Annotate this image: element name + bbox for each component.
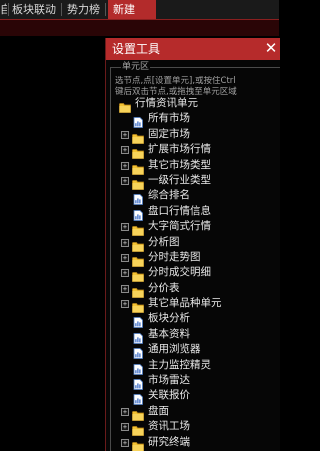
tree-node-label: 固定市场 bbox=[148, 127, 190, 140]
tree-node[interactable]: 行情资讯单元 bbox=[106, 96, 280, 113]
tree-node-label: 板块分析 bbox=[148, 312, 190, 325]
expand-toggle-icon[interactable]: + bbox=[121, 253, 129, 262]
folder-icon bbox=[132, 267, 144, 283]
unit-tree: 行情资讯单元 所有市场 + 固定市场 + 扩展市场行情 + 其它市场类型 + 一级行业类型 综合排名… bbox=[106, 96, 280, 451]
tree-node[interactable]: 关联报价 bbox=[106, 388, 280, 406]
tree-node-label: 扩展市场行情 bbox=[148, 143, 211, 156]
expand-toggle-icon[interactable]: + bbox=[121, 269, 129, 278]
expand-toggle-icon[interactable]: + bbox=[121, 238, 129, 247]
tree-node-label: 主力监控精灵 bbox=[148, 358, 211, 371]
page-icon bbox=[132, 390, 144, 406]
folder-icon bbox=[132, 160, 144, 175]
tab-divider bbox=[61, 3, 62, 16]
expand-toggle-icon[interactable]: + bbox=[121, 223, 129, 232]
hint-line: 选节点,点[设置单元],或按住Ctrl bbox=[115, 76, 236, 86]
expand-toggle-icon[interactable]: + bbox=[121, 300, 129, 309]
folder-icon bbox=[132, 406, 144, 421]
tree-node[interactable]: 综合排名 bbox=[106, 188, 280, 206]
tree-node[interactable]: + 扩展市场行情 bbox=[106, 142, 280, 160]
tree-node-label: 通用浏览器 bbox=[148, 343, 201, 356]
page-icon bbox=[132, 329, 144, 344]
tab-divider bbox=[105, 3, 106, 16]
page-icon bbox=[132, 313, 144, 329]
expand-toggle-icon[interactable]: + bbox=[121, 130, 129, 139]
folder-icon bbox=[132, 237, 144, 252]
tree-node-label: 盘口行情信息 bbox=[148, 204, 211, 217]
expand-toggle-icon[interactable]: + bbox=[121, 176, 129, 185]
tree-node-label: 综合排名 bbox=[148, 189, 190, 202]
tree-node[interactable]: + 大字简式行情 bbox=[106, 219, 280, 237]
tree-node[interactable]: + 资讯工场 bbox=[106, 419, 280, 437]
tree-node-label: 一级行业类型 bbox=[148, 173, 211, 186]
page-icon bbox=[132, 360, 144, 375]
tree-node[interactable]: + 分时成交明细 bbox=[106, 265, 280, 283]
tree-node-label: 分价表 bbox=[148, 281, 180, 294]
tree-node-label: 关联报价 bbox=[148, 389, 190, 402]
tree-node[interactable]: 盘口行情信息 bbox=[106, 204, 280, 221]
tree-node-label: 基本资料 bbox=[148, 327, 190, 340]
tree-node-label: 大字简式行情 bbox=[148, 220, 211, 233]
tree-node-label: 其它市场类型 bbox=[148, 158, 211, 171]
expand-toggle-icon[interactable]: + bbox=[121, 146, 129, 155]
tree-node[interactable]: + 分价表 bbox=[106, 281, 280, 298]
tree-node-label: 研究终端 bbox=[148, 435, 190, 448]
folder-icon bbox=[132, 252, 144, 267]
tree-node[interactable]: + 固定市场 bbox=[106, 127, 280, 144]
folder-icon bbox=[132, 175, 144, 190]
expand-toggle-icon[interactable]: + bbox=[121, 407, 129, 416]
page-icon bbox=[132, 375, 144, 390]
tree-node-label: 盘面 bbox=[148, 404, 169, 417]
page-icon bbox=[132, 344, 144, 360]
tree-node-label: 行情资讯单元 bbox=[135, 97, 198, 109]
tree-node[interactable]: + 盘面 bbox=[106, 404, 280, 421]
group-label: 单元区 bbox=[121, 61, 151, 73]
folder-icon bbox=[132, 298, 144, 313]
expand-toggle-icon[interactable]: + bbox=[121, 161, 129, 170]
tree-node[interactable]: 市场雷达 bbox=[106, 373, 280, 390]
tree-node-label: 分析图 bbox=[148, 235, 180, 248]
tree-node[interactable]: + 其它单品种单元 bbox=[106, 296, 280, 313]
settings-tool-panel: 设置工具 ✕ 单元区 选节点,点[设置单元],或按住Ctrl 键后双击节点,或拖拽… bbox=[105, 38, 280, 451]
page-icon bbox=[132, 206, 144, 221]
tree-node[interactable]: + 研究终端 bbox=[106, 435, 280, 451]
tree-node[interactable]: 所有市场 bbox=[106, 111, 280, 129]
tree-node-label: 分时成交明细 bbox=[148, 266, 211, 279]
tree-node-label: 市场雷达 bbox=[148, 374, 190, 387]
panel-header: 设置工具 ✕ bbox=[106, 38, 280, 60]
tab-sector-linkage[interactable]: 板块联动 bbox=[12, 0, 60, 19]
tree-node-label: 所有市场 bbox=[148, 112, 190, 125]
expand-toggle-icon[interactable]: + bbox=[121, 423, 129, 432]
tab-auto[interactable]: 自动 bbox=[0, 0, 7, 19]
folder-icon bbox=[132, 283, 144, 298]
folder-icon bbox=[132, 129, 144, 144]
tree-node[interactable]: + 分时走势图 bbox=[106, 250, 280, 267]
folder-icon bbox=[132, 144, 144, 160]
tab-new[interactable]: 新建 bbox=[108, 0, 156, 19]
folder-icon bbox=[132, 421, 144, 437]
tab-bar: 自动 板块联动 势力榜 新建 bbox=[0, 0, 279, 19]
page-icon bbox=[132, 190, 144, 206]
expand-toggle-icon[interactable]: + bbox=[121, 438, 129, 447]
tab-power-ranking[interactable]: 势力榜 bbox=[67, 0, 103, 19]
tree-node[interactable]: + 分析图 bbox=[106, 235, 280, 252]
hint-text: 选节点,点[设置单元],或按住Ctrl 键后双击节点,或拖拽至单元区域 bbox=[115, 76, 280, 98]
folder-icon bbox=[132, 221, 144, 237]
tree-node[interactable]: 基本资料 bbox=[106, 327, 280, 344]
page-icon bbox=[132, 113, 144, 129]
tree-node-label: 其它单品种单元 bbox=[148, 297, 222, 310]
tree-node[interactable]: 通用浏览器 bbox=[106, 342, 280, 360]
tree-node[interactable]: + 其它市场类型 bbox=[106, 158, 280, 175]
tree-node-label: 资讯工场 bbox=[148, 420, 190, 433]
close-icon[interactable]: ✕ bbox=[262, 38, 280, 60]
tab-divider bbox=[8, 3, 9, 16]
expand-toggle-icon[interactable]: + bbox=[121, 284, 129, 293]
tree-node[interactable]: 板块分析 bbox=[106, 311, 280, 329]
folder-icon bbox=[119, 98, 131, 113]
panel-title: 设置工具 bbox=[112, 42, 161, 56]
tree-node[interactable]: + 一级行业类型 bbox=[106, 173, 280, 190]
toolbar-strip bbox=[0, 20, 279, 36]
tree-node[interactable]: 主力监控精灵 bbox=[106, 358, 280, 375]
folder-icon bbox=[132, 437, 144, 451]
tree-node-label: 分时走势图 bbox=[148, 250, 201, 263]
